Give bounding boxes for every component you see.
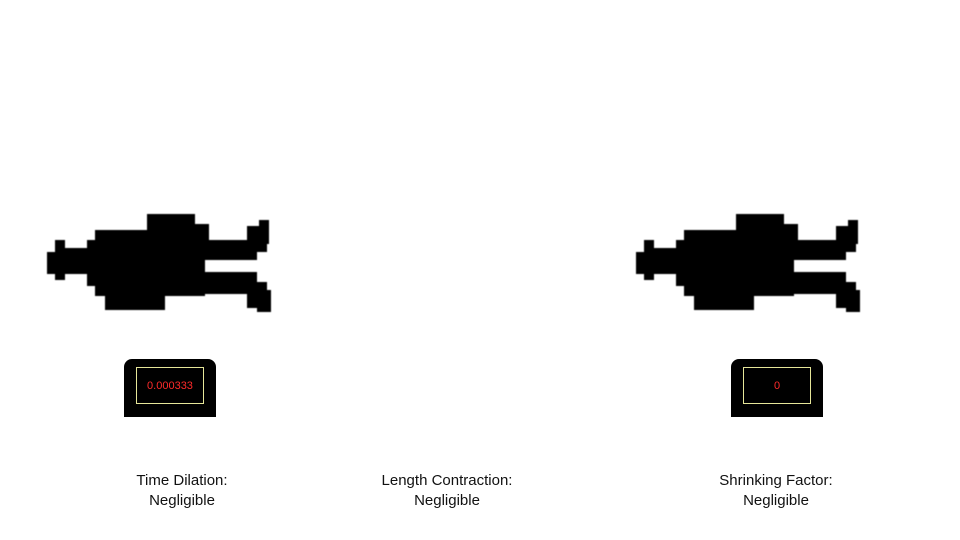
left-clock-readout: 0.000333 [136, 367, 204, 404]
right-digital-clock: 0 [731, 359, 823, 417]
simulation-stage: 0.000333 0 Time Dilation: Negligible Len… [0, 0, 960, 540]
pixel-person-lying-icon [47, 214, 271, 312]
shrinking-factor-label: Shrinking Factor: [719, 472, 833, 489]
length-contraction-caption: Length Contraction: Negligible [347, 471, 547, 511]
time-dilation-value: Negligible [149, 492, 215, 509]
right-person-figure [636, 210, 864, 318]
shrinking-factor-caption: Shrinking Factor: Negligible [676, 471, 876, 511]
left-person-figure [47, 210, 275, 318]
shrinking-factor-value: Negligible [743, 492, 809, 509]
pixel-person-lying-icon [636, 214, 860, 312]
time-dilation-caption: Time Dilation: Negligible [82, 471, 282, 511]
right-clock-readout: 0 [743, 367, 811, 404]
length-contraction-value: Negligible [414, 492, 480, 509]
length-contraction-label: Length Contraction: [381, 472, 513, 489]
time-dilation-label: Time Dilation: [136, 472, 228, 489]
left-digital-clock: 0.000333 [124, 359, 216, 417]
